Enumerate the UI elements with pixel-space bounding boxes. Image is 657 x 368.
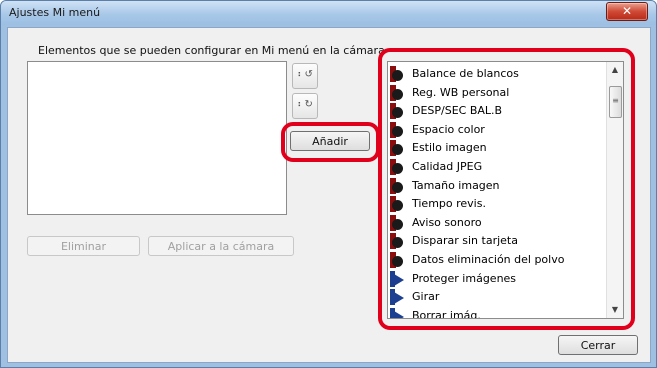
close-window-button[interactable]: ✕: [606, 2, 648, 21]
move-up-icon: ⠆↺: [297, 69, 313, 80]
title-bar[interactable]: Ajustes Mi menú ✕: [1, 1, 656, 25]
shooting-menu-icon: [390, 252, 407, 268]
list-item[interactable]: Tiempo revis.: [388, 195, 608, 214]
list-item[interactable]: Aviso sonoro: [388, 214, 608, 233]
move-down-button[interactable]: ⠆↻: [292, 93, 318, 119]
shooting-menu-icon: [390, 196, 407, 213]
list-item-label: Proteger imágenes: [412, 271, 517, 285]
list-item-label: Calidad JPEG: [412, 160, 483, 173]
list-item[interactable]: Proteger imágenes: [388, 270, 608, 289]
list-item[interactable]: Espacio color: [388, 121, 608, 140]
shooting-menu-icon: [390, 66, 407, 82]
list-item-label: Tiempo revis.: [412, 197, 486, 211]
list-item[interactable]: Girar: [388, 288, 608, 307]
list-item-label: Estilo imagen: [412, 141, 487, 155]
list-scrollbar[interactable]: ▲ ≡ ▼: [606, 62, 623, 318]
add-button[interactable]: Añadir: [290, 131, 370, 151]
shooting-menu-icon: [390, 177, 407, 194]
list-item-label: Balance de blancos: [412, 67, 519, 80]
shooting-menu-icon: [390, 140, 407, 157]
list-item-label: Disparar sin tarjeta: [412, 234, 518, 248]
apply-to-camera-button[interactable]: Aplicar a la cámara: [148, 236, 294, 256]
list-item[interactable]: Estilo imagen: [388, 139, 608, 158]
scroll-down-icon[interactable]: ▼: [607, 302, 623, 318]
window-title: Ajustes Mi menú: [9, 6, 101, 19]
move-up-button[interactable]: ⠆↺: [292, 63, 318, 89]
dialog-body: Elementos que se pueden configurar en Mi…: [7, 27, 651, 363]
list-item[interactable]: Disparar sin tarjeta: [388, 232, 608, 251]
shooting-menu-icon: [390, 233, 407, 250]
close-button[interactable]: Cerrar: [558, 335, 638, 355]
my-menu-list[interactable]: [27, 61, 287, 215]
list-item[interactable]: Reg. WB personal: [388, 84, 608, 103]
list-item[interactable]: Balance de blancos: [388, 65, 608, 84]
shooting-menu-icon: [390, 121, 407, 138]
list-item-label: DESP/SEC BAL.B: [412, 104, 503, 118]
playback-menu-icon: [390, 270, 407, 287]
list-item[interactable]: Tamaño imagen: [388, 177, 608, 196]
list-item[interactable]: Calidad JPEG: [388, 158, 608, 177]
playback-menu-icon: [390, 289, 407, 306]
list-item[interactable]: Borrar imág.: [388, 307, 608, 319]
list-item[interactable]: DESP/SEC BAL.B: [388, 102, 608, 121]
list-item-label: Tamaño imagen: [412, 178, 500, 192]
scroll-up-icon[interactable]: ▲: [607, 62, 623, 78]
move-down-icon: ⠆↻: [297, 99, 313, 110]
list-item[interactable]: Datos eliminación del polvo: [388, 251, 608, 270]
list-item-label: Aviso sonoro: [412, 215, 482, 229]
dialog-window: Ajustes Mi menú ✕ Elementos que se puede…: [0, 0, 657, 368]
available-items-list[interactable]: Balance de blancos Reg. WB personal DESP/S…: [387, 61, 624, 319]
shooting-menu-icon: [390, 214, 407, 231]
remove-button[interactable]: Eliminar: [27, 236, 140, 256]
list-item-label: Reg. WB personal: [412, 85, 510, 99]
list-item-label: Espacio color: [412, 122, 485, 136]
my-menu-list-label: Elementos que se pueden configurar en Mi…: [38, 44, 385, 57]
shooting-menu-icon: [390, 84, 407, 101]
shooting-menu-icon: [390, 159, 407, 175]
shooting-menu-icon: [390, 103, 407, 120]
list-item-label: Borrar imág.: [412, 308, 481, 319]
list-item-label: Girar: [412, 290, 440, 304]
playback-menu-icon: [390, 307, 407, 318]
scroll-thumb[interactable]: ≡: [609, 86, 622, 118]
list-item-label: Datos eliminación del polvo: [412, 253, 565, 266]
